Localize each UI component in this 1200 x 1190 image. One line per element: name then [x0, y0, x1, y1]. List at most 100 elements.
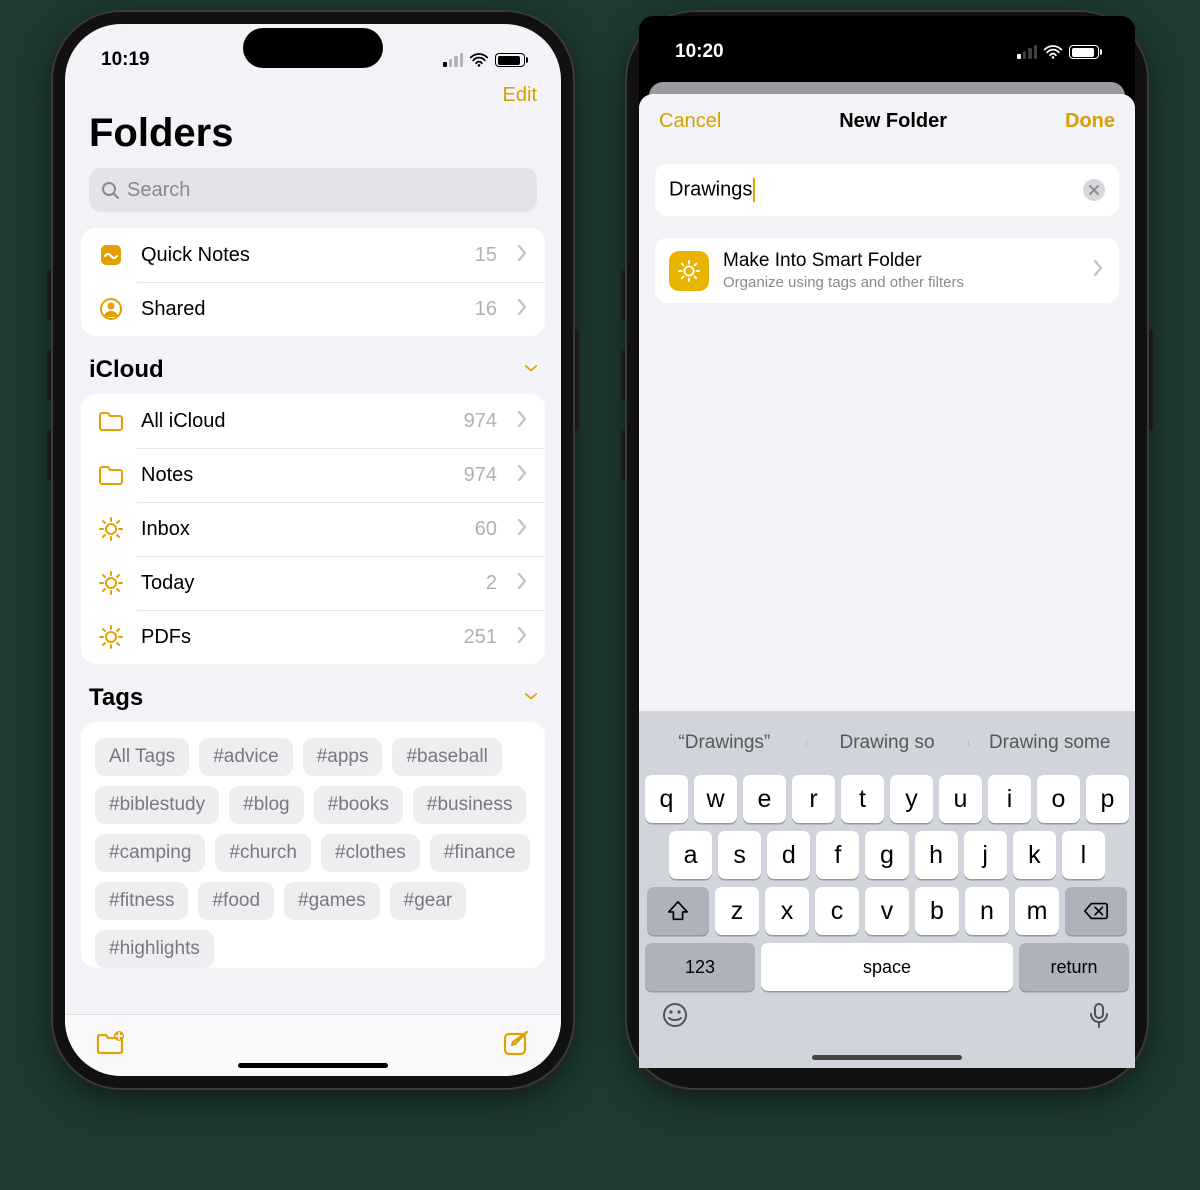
folder-label: Quick Notes [141, 244, 459, 267]
key-r[interactable]: r [792, 775, 835, 823]
key-j[interactable]: j [964, 831, 1007, 879]
space-key[interactable]: space [761, 943, 1013, 991]
section-title: Tags [89, 684, 143, 712]
search-field[interactable]: Search [89, 168, 537, 212]
folder-count: 251 [464, 626, 497, 649]
tag-chip[interactable]: #baseball [392, 738, 501, 776]
folder-row-notes[interactable]: Notes 974 [81, 448, 545, 502]
folder-row-quicknotes[interactable]: Quick Notes 15 [81, 228, 545, 282]
home-indicator[interactable] [238, 1063, 388, 1068]
section-header-tags[interactable]: Tags [65, 684, 561, 722]
keyboard-suggestions: “Drawings” Drawing so Drawing some [643, 719, 1131, 767]
compose-button[interactable] [501, 1028, 531, 1063]
tag-chip[interactable]: #food [198, 882, 274, 920]
chevron-down-icon [525, 684, 537, 712]
done-button[interactable]: Done [1065, 110, 1115, 133]
folder-row-inbox[interactable]: Inbox 60 [81, 502, 545, 556]
key-l[interactable]: l [1062, 831, 1105, 879]
phone-left: 10:19 Edit Folders Search Quick Notes [51, 10, 575, 1090]
wifi-icon [1043, 44, 1063, 60]
status-icons [1017, 44, 1099, 60]
suggestion-3[interactable]: Drawing some [968, 732, 1131, 754]
shared-icon [97, 296, 125, 322]
tag-chip[interactable]: #blog [229, 786, 304, 824]
tag-chip[interactable]: #gear [390, 882, 467, 920]
folder-count: 974 [464, 464, 497, 487]
key-o[interactable]: o [1037, 775, 1080, 823]
tag-chip[interactable]: #apps [303, 738, 383, 776]
key-b[interactable]: b [915, 887, 959, 935]
cancel-button[interactable]: Cancel [659, 110, 721, 133]
status-time: 10:19 [101, 49, 150, 71]
tag-chip[interactable]: #highlights [95, 930, 214, 968]
key-w[interactable]: w [694, 775, 737, 823]
folder-label: PDFs [141, 626, 448, 649]
tag-chip[interactable]: #camping [95, 834, 205, 872]
suggestion-1[interactable]: “Drawings” [643, 732, 806, 754]
chevron-right-icon [517, 245, 529, 266]
key-f[interactable]: f [816, 831, 859, 879]
folder-icon [97, 408, 125, 434]
phone-right: 10:20 Cancel New Folder Done Drawings [625, 10, 1149, 1090]
key-u[interactable]: u [939, 775, 982, 823]
tag-chip[interactable]: #business [413, 786, 527, 824]
key-c[interactable]: c [815, 887, 859, 935]
chevron-right-icon [517, 627, 529, 648]
key-e[interactable]: e [743, 775, 786, 823]
main-scroll[interactable]: Quick Notes 15 Shared 16 iCloud [65, 228, 561, 1076]
key-row-2: asdfghjkl [645, 831, 1129, 879]
edit-button[interactable]: Edit [503, 84, 537, 107]
tag-chip[interactable]: #biblestudy [95, 786, 219, 824]
dynamic-island [243, 28, 383, 68]
shift-key[interactable] [647, 887, 709, 935]
dictation-key[interactable] [1085, 1001, 1113, 1034]
numbers-key[interactable]: 123 [645, 943, 755, 991]
key-q[interactable]: q [645, 775, 688, 823]
return-key[interactable]: return [1019, 943, 1129, 991]
section-header-icloud[interactable]: iCloud [65, 356, 561, 394]
folder-label: Shared [141, 298, 459, 321]
key-v[interactable]: v [865, 887, 909, 935]
folder-name-value: Drawings [669, 178, 1083, 202]
key-g[interactable]: g [865, 831, 908, 879]
folder-row-shared[interactable]: Shared 16 [81, 282, 545, 336]
key-y[interactable]: y [890, 775, 933, 823]
folder-row-today[interactable]: Today 2 [81, 556, 545, 610]
folder-row-pdfs[interactable]: PDFs 251 [81, 610, 545, 664]
folder-label: Notes [141, 464, 448, 487]
key-h[interactable]: h [915, 831, 958, 879]
screen-folders: 10:19 Edit Folders Search Quick Notes [65, 24, 561, 1076]
key-m[interactable]: m [1015, 887, 1059, 935]
folder-count: 16 [475, 298, 497, 321]
key-t[interactable]: t [841, 775, 884, 823]
tag-chip[interactable]: #advice [199, 738, 293, 776]
tag-chip[interactable]: #fitness [95, 882, 188, 920]
emoji-key[interactable] [661, 1001, 689, 1034]
key-s[interactable]: s [718, 831, 761, 879]
keyboard-footer [643, 993, 1131, 1062]
key-i[interactable]: i [988, 775, 1031, 823]
make-smart-folder-row[interactable]: Make Into Smart Folder Organize using ta… [655, 238, 1119, 303]
backspace-key[interactable] [1065, 887, 1127, 935]
key-z[interactable]: z [715, 887, 759, 935]
suggestion-2[interactable]: Drawing so [806, 732, 969, 754]
key-k[interactable]: k [1013, 831, 1056, 879]
folder-name-input[interactable]: Drawings [655, 164, 1119, 216]
tag-chip[interactable]: #books [314, 786, 403, 824]
clear-input-button[interactable] [1083, 179, 1105, 201]
key-x[interactable]: x [765, 887, 809, 935]
folder-row-all-icloud[interactable]: All iCloud 974 [81, 394, 545, 448]
key-n[interactable]: n [965, 887, 1009, 935]
key-p[interactable]: p [1086, 775, 1129, 823]
key-d[interactable]: d [767, 831, 810, 879]
home-indicator[interactable] [812, 1055, 962, 1060]
key-a[interactable]: a [669, 831, 712, 879]
tag-chip[interactable]: #games [284, 882, 380, 920]
new-folder-button[interactable] [95, 1028, 125, 1063]
tag-chip[interactable]: All Tags [95, 738, 189, 776]
nav-bar: Edit [65, 84, 561, 111]
tag-chip[interactable]: #finance [430, 834, 530, 872]
tag-chip[interactable]: #clothes [321, 834, 420, 872]
chevron-right-icon [517, 573, 529, 594]
tag-chip[interactable]: #church [215, 834, 311, 872]
